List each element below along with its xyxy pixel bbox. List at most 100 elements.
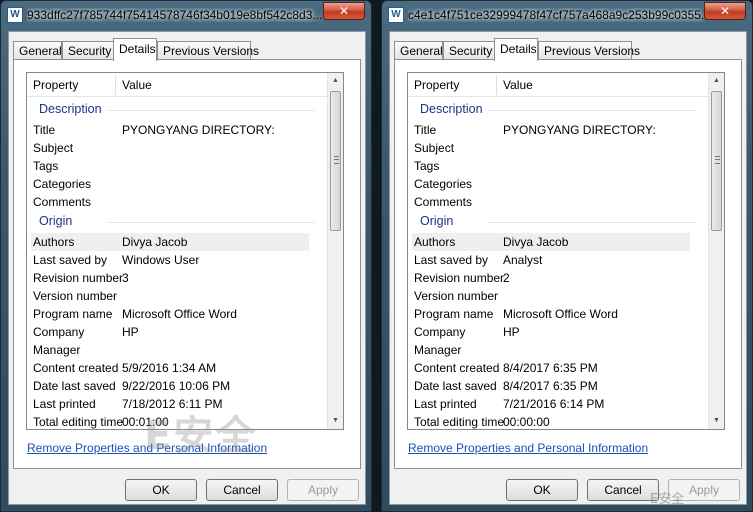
remove-properties-link[interactable]: Remove Properties and Personal Informati… (27, 441, 267, 455)
column-header-property[interactable]: Property (33, 78, 78, 92)
vertical-scrollbar[interactable]: ▲ ▼ (327, 73, 343, 429)
property-row-total-editing-time[interactable]: Total editing time 00:00:00 (408, 413, 710, 429)
property-row-categories[interactable]: Categories (27, 175, 329, 193)
apply-button[interactable]: Apply (668, 479, 740, 501)
property-row-revision-number[interactable]: Revision number 2 (408, 269, 710, 287)
property-row-last-saved-by[interactable]: Last saved by Analyst (408, 251, 710, 269)
property-value[interactable]: 00:01:00 (122, 413, 169, 429)
property-value[interactable]: 00:00:00 (503, 413, 550, 429)
tab-details[interactable]: Details (113, 38, 157, 61)
list-header: Property Value (408, 73, 710, 97)
property-value[interactable]: Windows User (122, 251, 199, 269)
tab-security[interactable]: Security (443, 41, 495, 60)
property-value[interactable]: HP (503, 323, 520, 341)
property-value[interactable]: 8/4/2017 6:35 PM (503, 377, 598, 395)
property-row-comments[interactable]: Comments (408, 193, 710, 211)
property-value[interactable]: HP (122, 323, 139, 341)
property-row-revision-number[interactable]: Revision number 3 (27, 269, 329, 287)
property-value[interactable]: 5/9/2016 1:34 AM (122, 359, 216, 377)
property-row-authors[interactable]: Authors Divya Jacob (412, 233, 690, 251)
property-row-date-last-saved[interactable]: Date last saved 8/4/2017 6:35 PM (408, 377, 710, 395)
group-header-origin: Origin (408, 211, 710, 233)
ok-button[interactable]: OK (506, 479, 578, 501)
property-value[interactable]: Analyst (503, 251, 542, 269)
column-header-property[interactable]: Property (414, 78, 459, 92)
property-value[interactable]: Divya Jacob (503, 233, 568, 251)
property-value[interactable]: 7/21/2016 6:14 PM (503, 395, 604, 413)
dialog-client: General Security Details Previous Versio… (389, 31, 747, 507)
title-bar[interactable]: W 933dffc27f785744f75414578746f34b019e8b… (1, 1, 371, 29)
property-row-comments[interactable]: Comments (27, 193, 329, 211)
property-row-manager[interactable]: Manager (27, 341, 329, 359)
property-row-manager[interactable]: Manager (408, 341, 710, 359)
scroll-down-arrow-icon[interactable]: ▼ (709, 413, 724, 429)
tab-details[interactable]: Details (494, 38, 538, 61)
property-row-company[interactable]: Company HP (408, 323, 710, 341)
tab-general[interactable]: General (394, 41, 443, 60)
property-value[interactable]: Divya Jacob (122, 233, 187, 251)
tab-previous-versions[interactable]: Previous Versions (157, 41, 259, 60)
scroll-down-arrow-icon[interactable]: ▼ (328, 413, 343, 429)
property-row-program-name[interactable]: Program name Microsoft Office Word (408, 305, 710, 323)
ok-button[interactable]: OK (125, 479, 197, 501)
scroll-thumb[interactable] (330, 91, 341, 231)
tab-security[interactable]: Security (62, 41, 114, 60)
property-value[interactable]: 2 (503, 269, 510, 287)
property-row-version-number[interactable]: Version number (408, 287, 710, 305)
apply-button[interactable]: Apply (287, 479, 359, 501)
scroll-thumb[interactable] (711, 91, 722, 231)
scroll-up-arrow-icon[interactable]: ▲ (328, 73, 343, 89)
property-name: Authors (33, 235, 75, 249)
close-button[interactable]: ✕ (323, 2, 365, 20)
property-row-tags[interactable]: Tags (27, 157, 329, 175)
column-header-value[interactable]: Value (503, 78, 533, 92)
scroll-up-arrow-icon[interactable]: ▲ (709, 73, 724, 89)
property-value[interactable]: 8/4/2017 6:35 PM (503, 359, 598, 377)
property-value[interactable]: PYONGYANG DIRECTORY: (122, 121, 275, 139)
property-row-subject[interactable]: Subject (27, 139, 329, 157)
cancel-button[interactable]: Cancel (587, 479, 659, 501)
cancel-button[interactable]: Cancel (206, 479, 278, 501)
column-divider[interactable] (496, 75, 497, 95)
property-row-subject[interactable]: Subject (408, 139, 710, 157)
close-button[interactable]: ✕ (704, 2, 746, 20)
property-row-authors[interactable]: Authors Divya Jacob (31, 233, 309, 251)
property-value[interactable]: 9/22/2016 10:06 PM (122, 377, 230, 395)
remove-properties-link[interactable]: Remove Properties and Personal Informati… (408, 441, 648, 455)
property-value[interactable]: Microsoft Office Word (122, 305, 237, 323)
property-row-version-number[interactable]: Version number (27, 287, 329, 305)
property-row-tags[interactable]: Tags (408, 157, 710, 175)
property-name: Company (414, 325, 466, 339)
property-row-categories[interactable]: Categories (408, 175, 710, 193)
group-label: Description (420, 102, 483, 116)
properties-list[interactable]: Property Value Description Title PYONGYANG… (26, 72, 344, 430)
property-row-last-saved-by[interactable]: Last saved by Windows User (27, 251, 329, 269)
property-row-date-last-saved[interactable]: Date last saved 9/22/2016 10:06 PM (27, 377, 329, 395)
property-name: Manager (33, 343, 81, 357)
property-row-content-created[interactable]: Content created 5/9/2016 1:34 AM (27, 359, 329, 377)
property-value[interactable]: Microsoft Office Word (503, 305, 618, 323)
property-name: Tags (33, 159, 59, 173)
tab-general[interactable]: General (13, 41, 62, 60)
column-header-value[interactable]: Value (122, 78, 152, 92)
property-value[interactable]: PYONGYANG DIRECTORY: (503, 121, 656, 139)
vertical-scrollbar[interactable]: ▲ ▼ (708, 73, 724, 429)
property-row-total-editing-time[interactable]: Total editing time 00:01:00 (27, 413, 329, 429)
title-bar[interactable]: W c4e1c4f751ce32999478f47cf757a468a9c253… (382, 1, 752, 29)
property-value[interactable]: 3 (122, 269, 129, 287)
property-row-last-printed[interactable]: Last printed 7/18/2012 6:11 PM (27, 395, 329, 413)
property-row-content-created[interactable]: Content created 8/4/2017 6:35 PM (408, 359, 710, 377)
tab-previous-versions[interactable]: Previous Versions (538, 41, 640, 60)
property-name: Program name (414, 307, 494, 321)
property-row-last-printed[interactable]: Last printed 7/21/2016 6:14 PM (408, 395, 710, 413)
property-row-program-name[interactable]: Program name Microsoft Office Word (27, 305, 329, 323)
properties-list[interactable]: Property Value Description Title PYONGYANG… (407, 72, 725, 430)
property-value[interactable]: 7/18/2012 6:11 PM (122, 395, 223, 413)
list-header: Property Value (27, 73, 329, 97)
grip-icon (715, 156, 720, 164)
property-row-title[interactable]: Title PYONGYANG DIRECTORY: (27, 121, 329, 139)
column-divider[interactable] (115, 75, 116, 95)
property-row-company[interactable]: Company HP (27, 323, 329, 341)
property-name: Version number (414, 289, 499, 303)
property-row-title[interactable]: Title PYONGYANG DIRECTORY: (408, 121, 710, 139)
